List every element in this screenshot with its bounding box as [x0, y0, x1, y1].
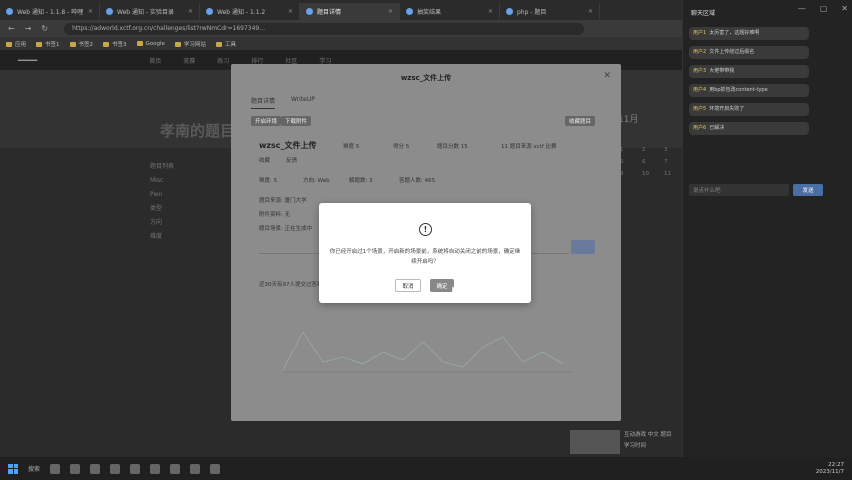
chat-input[interactable]: 说点什么吧 [689, 184, 789, 196]
close-icon[interactable]: ✕ [488, 8, 493, 15]
bookmarks-bar: 应用 书签1 书签2 书签3 Google 学习网站 工具 [0, 37, 682, 50]
taskbar: 搜索 22:27 2023/11/7 [0, 457, 852, 480]
app-icon[interactable] [150, 463, 161, 474]
confirm-dialog: ! 你已经开启过1个场景，开启新的场景前，系统将自动关闭之前的场景，确定继续开启… [319, 203, 531, 303]
cancel-button[interactable]: 取消 [395, 279, 421, 292]
app-icon[interactable] [90, 463, 101, 474]
app-icon[interactable] [50, 463, 61, 474]
browser-tab[interactable]: 抽奖结果 ✕ [400, 3, 500, 20]
favicon-icon [506, 8, 513, 15]
close-icon[interactable]: ✕ [88, 8, 93, 15]
stat-item: 解题数: 3 [349, 178, 373, 184]
app-icon[interactable] [190, 463, 201, 474]
tab-details[interactable]: 题目详情 [251, 96, 276, 109]
back-icon[interactable]: ← [8, 24, 15, 33]
close-icon[interactable]: ✕ [288, 8, 293, 15]
taskbar-search[interactable]: 搜索 [28, 464, 40, 473]
like-action[interactable]: 收藏 [259, 156, 270, 164]
favorite-button[interactable]: 收藏题目 [565, 116, 596, 126]
app-icon[interactable] [130, 463, 141, 474]
bookmark[interactable]: 应用 [6, 40, 26, 48]
bookmark[interactable]: Google [137, 41, 165, 47]
system-clock[interactable]: 22:27 2023/11/7 [816, 462, 844, 476]
forward-icon[interactable]: → [25, 24, 32, 33]
feedback-action[interactable]: 反馈 [286, 156, 297, 164]
browser-tab[interactable]: Web 通知 - 实验目录 ✕ [100, 3, 200, 20]
favicon-icon [6, 8, 13, 15]
stat-item: 答题人数: 465 [399, 178, 436, 184]
meta-item: 得分 5 [393, 144, 410, 150]
source-text: 题目来源: 厦门大学 [259, 198, 307, 204]
download-button[interactable]: 下载附件 [281, 116, 312, 126]
close-icon[interactable]: ✕ [841, 4, 848, 13]
start-env-button[interactable]: 开启环境 [251, 116, 282, 126]
card-subtitle: 学习时间 [624, 443, 647, 449]
favicon-icon [206, 8, 213, 15]
browser-tab[interactable]: php - 题目 ✕ [500, 3, 600, 20]
challenge-name: wzsc_文件上传 [259, 141, 317, 150]
chat-messages: 用户1 太厉害了，这题好难啊 用户2 文件上传绕过后缀名 用户3 大佬带带我 用户4 用… [683, 27, 852, 135]
favicon-icon [306, 8, 313, 15]
clock-time: 22:27 [828, 462, 844, 468]
attachment-text: 附件资料: 无 [259, 212, 291, 218]
browser-tab-bar: Web 通知 - 1.1.8 - 哔哩 ✕ Web 通知 - 实验目录 ✕ Web … [0, 0, 682, 20]
close-icon[interactable]: ✕ [388, 8, 393, 15]
windows-start-icon[interactable] [8, 463, 18, 474]
chart-line [283, 331, 564, 371]
footnote-text: 近30天有97人提交过答案 [259, 282, 323, 288]
reload-icon[interactable]: ↻ [41, 24, 48, 33]
chat-panel: 聊天区域 — ▢ ✕ 用户1 太厉害了，这题好难啊 用户2 文件上传绕过后缀名 用户… [682, 0, 852, 457]
maximize-icon[interactable]: ▢ [820, 4, 828, 13]
bookmark[interactable]: 书签1 [36, 40, 60, 48]
bookmark[interactable]: 工具 [216, 40, 236, 48]
chat-message: 用户1 太厉害了，这题好难啊 [689, 27, 809, 40]
dialog-message: 你已经开启过1个场景，开启新的场景前，系统将自动关闭之前的场景，确定继续开启吗？ [329, 249, 521, 265]
card-thumbnail [570, 430, 620, 454]
browser-tab-active[interactable]: 题目详情 ✕ [300, 3, 400, 20]
favicon-icon [106, 8, 113, 15]
chat-message: 用户3 大佬带带我 [689, 65, 809, 78]
meta-item: 11 题目来源 xctf 比赛 [501, 144, 557, 150]
browser-tab[interactable]: Web 通知 - 1.1.8 - 哔哩 ✕ [0, 3, 100, 20]
window-controls: — ▢ ✕ [798, 4, 848, 13]
favicon-icon [406, 8, 413, 15]
minimize-icon[interactable]: — [798, 4, 806, 13]
app-icon[interactable] [210, 463, 221, 474]
chat-message: 用户5 环境开启失败了 [689, 103, 809, 116]
clock-date: 2023/11/7 [815, 469, 844, 475]
env-text: 题目场景: 正在生成中 [259, 226, 313, 232]
submission-chart [283, 331, 573, 373]
close-icon[interactable]: ✕ [588, 8, 593, 15]
close-icon[interactable]: ✕ [603, 71, 611, 81]
bookmark[interactable]: 书签3 [103, 40, 127, 48]
bottom-card[interactable]: 互动游戏 中文 题目 学习时间 [570, 427, 682, 457]
browser-tab[interactable]: Web 通知 - 1.1.2 ✕ [200, 3, 300, 20]
close-icon[interactable]: ✕ [188, 8, 193, 15]
chat-message: 用户2 文件上传绕过后缀名 [689, 46, 809, 59]
modal-tabs: 题目详情 WriteUP [251, 96, 315, 109]
app-icon[interactable] [170, 463, 181, 474]
chat-message: 用户6 已解决 [689, 122, 809, 135]
bookmark[interactable]: 学习网站 [175, 40, 206, 48]
app-icon[interactable] [70, 463, 81, 474]
stat-item: 方向: Web [303, 178, 330, 184]
submit-button[interactable] [571, 240, 595, 254]
address-bar: ← → ↻ https://adworld.xctf.org.cn/challe… [0, 20, 682, 37]
chat-message: 用户4 用bp抓包改content-type [689, 84, 809, 97]
meta-item: 题目分数 15 [437, 144, 468, 150]
url-field[interactable]: https://adworld.xctf.org.cn/challenges/l… [64, 22, 585, 35]
meta-item: 难度 5 [343, 144, 360, 150]
card-title: 互动游戏 中文 题目 [624, 432, 672, 438]
warning-icon: ! [419, 223, 432, 236]
bookmark[interactable]: 书签2 [70, 40, 94, 48]
tab-writeup[interactable]: WriteUP [291, 96, 315, 109]
modal-title: wzsc_文件上传 [400, 74, 452, 82]
app-icon[interactable] [110, 463, 121, 474]
stat-item: 难度: 5 [259, 178, 278, 184]
send-button[interactable]: 发送 [793, 184, 823, 196]
